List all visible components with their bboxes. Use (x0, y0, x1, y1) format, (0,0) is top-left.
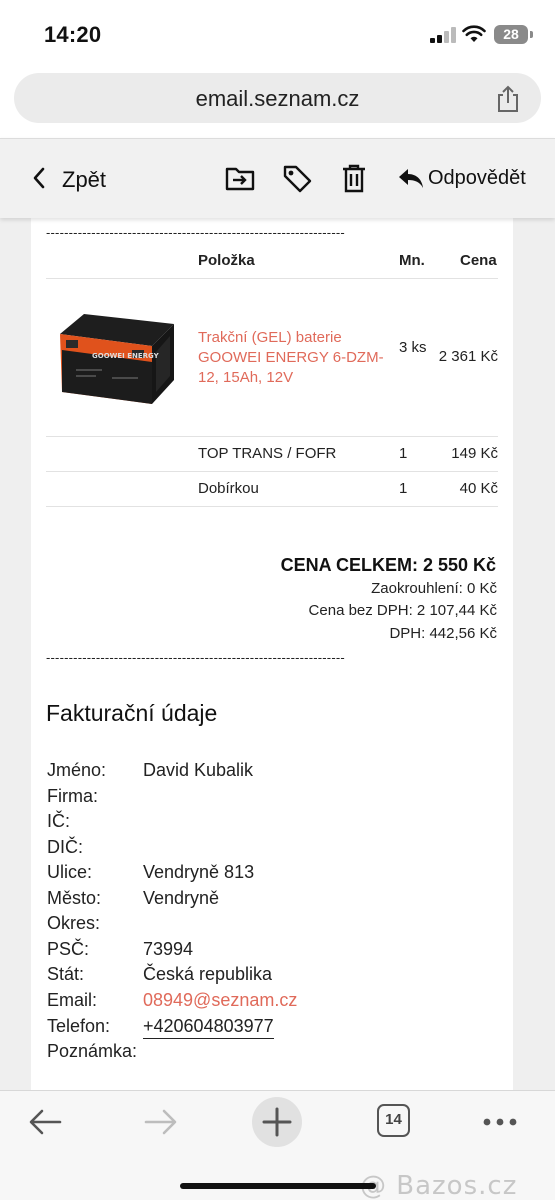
reply-icon[interactable] (397, 167, 425, 189)
billing-label-street: Ulice: (47, 862, 93, 882)
billing-label-zip: PSČ: (47, 939, 90, 959)
cellular-signal-icon (430, 27, 456, 43)
vat-amount: DPH: 442,56 Kč (389, 625, 497, 642)
address-bar[interactable]: email.seznam.cz (14, 73, 541, 123)
url-text[interactable]: email.seznam.cz (14, 86, 541, 112)
billing-value-name: David Kubalik (143, 760, 254, 780)
plus-icon (262, 1107, 292, 1137)
column-header-price: Cena (460, 252, 497, 269)
battery-product-image[interactable]: GOOWEI ENERGY (52, 300, 180, 412)
payment-price: 40 Kč (459, 480, 498, 497)
tag-icon[interactable] (281, 163, 313, 193)
status-time: 14:20 (44, 22, 102, 47)
column-header-item: Položka (198, 252, 255, 269)
billing-label-country: Stát: (47, 964, 85, 984)
billing-phone-link[interactable]: +420604803977 (143, 1016, 274, 1039)
total-price: CENA CELKEM: 2 550 Kč (280, 555, 496, 575)
reply-button[interactable]: Odpovědět (428, 167, 526, 190)
billing-label-phone: Telefon: (47, 1016, 111, 1036)
price-without-vat: Cena bez DPH: 2 107,44 Kč (308, 602, 497, 619)
product-qty: 3 ks (399, 339, 427, 356)
separator-line: ----------------------------------------… (46, 650, 345, 665)
billing-value-zip: 73994 (143, 939, 194, 959)
arrow-right-icon[interactable] (144, 1108, 178, 1136)
billing-value-country: Česká republika (143, 964, 273, 984)
billing-label-email: Email: (47, 990, 98, 1010)
back-button[interactable]: Zpět (62, 167, 106, 193)
payment-name: Dobírkou (198, 480, 259, 497)
table-divider (46, 278, 498, 279)
shipping-name: TOP TRANS / FOFR (198, 445, 337, 462)
billing-label-dic: DIČ: (47, 837, 83, 857)
tabs-count-button[interactable]: 14 (377, 1104, 410, 1137)
battery-tip (530, 31, 533, 38)
shipping-price: 149 Kč (451, 445, 498, 462)
trash-icon[interactable] (338, 163, 370, 193)
table-divider (46, 471, 498, 472)
billing-value-city: Vendryně (143, 888, 220, 908)
separator-line: ----------------------------------------… (46, 225, 345, 240)
product-price: 2 361 Kč (438, 348, 498, 365)
payment-qty: 1 (399, 480, 408, 497)
battery-indicator: 28 (494, 25, 528, 44)
status-bar: 14:20 28 (0, 0, 555, 68)
billing-label-city: Město: (47, 888, 102, 908)
email-toolbar: Zpět Odpovědět (0, 138, 555, 218)
billing-label-ic: IČ: (47, 811, 71, 831)
wifi-icon (462, 25, 486, 42)
product-name-link[interactable]: Trakční (GEL) baterie GOOWEI ENERGY 6-DZ… (198, 328, 398, 388)
billing-email-link[interactable]: 08949@seznam.cz (143, 990, 297, 1011)
battery-brand-label: GOOWEI ENERGY (92, 352, 160, 360)
billing-label-note: Poznámka: (47, 1041, 138, 1061)
move-to-folder-icon[interactable] (224, 163, 256, 193)
new-tab-button[interactable] (252, 1097, 302, 1147)
billing-label-district: Okres: (47, 913, 101, 933)
shipping-qty: 1 (399, 445, 408, 462)
arrow-left-icon[interactable] (28, 1108, 62, 1136)
billing-section-title: Fakturační údaje (46, 700, 218, 726)
billing-label-company: Firma: (47, 786, 98, 806)
table-divider (46, 506, 498, 507)
browser-bottom-toolbar: 14 @ Bazos.cz (0, 1090, 555, 1200)
bazos-watermark: @ Bazos.cz (360, 1171, 518, 1200)
rounding-amount: Zaokrouhlení: 0 Kč (371, 580, 497, 597)
chevron-left-icon[interactable] (30, 166, 48, 190)
table-divider (46, 436, 498, 437)
column-header-qty: Mn. (399, 252, 425, 269)
billing-value-street: Vendryně 813 (143, 862, 255, 882)
home-indicator (180, 1183, 376, 1189)
billing-label-name: Jméno: (47, 760, 107, 780)
share-icon[interactable] (495, 85, 521, 113)
more-dots-icon[interactable] (482, 1117, 518, 1127)
